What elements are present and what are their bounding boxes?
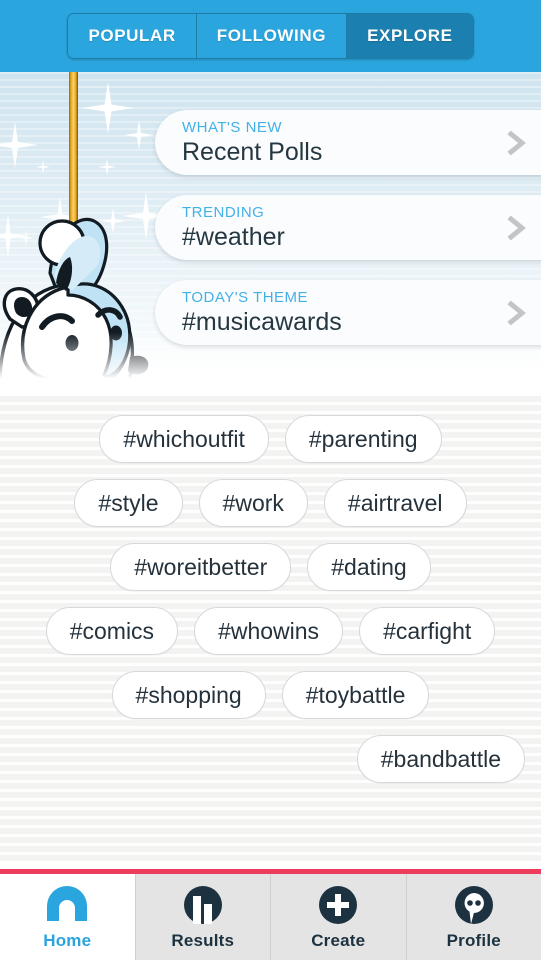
card-trending[interactable]: TRENDING #weather [155, 195, 541, 260]
sparkle-icon [124, 120, 154, 150]
polar-bear-mascot [0, 187, 172, 392]
hashtag-pill[interactable]: #whowins [194, 607, 344, 655]
hashtag-pill[interactable]: #whichoutfit [99, 415, 269, 463]
card-todays-theme[interactable]: TODAY'S THEME #musicawards [155, 280, 541, 345]
hashtag-list: #whichoutfit #parenting #style #work #ai… [0, 393, 541, 861]
card-label: TRENDING [182, 203, 265, 221]
hashtag-row: #shopping #toybattle [0, 671, 541, 719]
sparkle-icon [0, 122, 38, 168]
bar-chart-icon [180, 883, 226, 929]
chevron-right-icon [507, 215, 527, 240]
nav-label-profile: Profile [446, 931, 501, 950]
tab-explore-label: EXPLORE [367, 26, 453, 45]
hashtag-row: #woreitbetter #dating [0, 543, 541, 591]
sparkle-icon [36, 160, 50, 174]
segmented-control[interactable]: POPULAR FOLLOWING EXPLORE [67, 13, 474, 59]
hashtag-rows: #whichoutfit #parenting #style #work #ai… [0, 393, 541, 783]
home-arch-icon [44, 883, 90, 929]
hashtag-pill[interactable]: #shopping [111, 671, 266, 719]
top-header: POPULAR FOLLOWING EXPLORE [0, 0, 541, 72]
hashtag-pill[interactable]: #dating [307, 543, 431, 591]
nav-item-profile[interactable]: Profile [406, 874, 541, 960]
chevron-right-icon [507, 300, 527, 325]
tab-following-label: FOLLOWING [216, 26, 327, 45]
feature-cards: WHAT'S NEW Recent Polls TRENDING #weathe… [155, 110, 541, 365]
tab-popular-label: POPULAR [88, 26, 176, 45]
bottom-navigation: Home Results Create Profile [0, 874, 541, 960]
nav-label-home: Home [43, 931, 92, 950]
hashtag-row: #bandbattle [0, 735, 541, 783]
tab-following[interactable]: FOLLOWING [196, 14, 348, 58]
tab-explore[interactable]: EXPLORE [347, 14, 473, 58]
hashtag-pill[interactable]: #parenting [284, 415, 442, 463]
hashtag-pill[interactable]: #woreitbetter [110, 543, 292, 591]
card-label: TODAY'S THEME [182, 288, 309, 306]
app-screen: POPULAR FOLLOWING EXPLORE WHAT'S NEW Rec… [0, 0, 541, 960]
plus-circle-icon [315, 883, 361, 929]
nav-item-create[interactable]: Create [271, 874, 407, 960]
hashtag-row: #comics #whowins #carfight [0, 607, 541, 655]
hashtag-row: #whichoutfit #parenting [0, 415, 541, 463]
nav-item-results[interactable]: Results [135, 874, 271, 960]
hashtag-pill[interactable]: #bandbattle [356, 735, 525, 783]
hero-banner: WHAT'S NEW Recent Polls TRENDING #weathe… [0, 72, 541, 392]
card-label: WHAT'S NEW [182, 118, 283, 136]
card-title: Recent Polls [182, 137, 323, 166]
card-title: #musicawards [182, 307, 342, 336]
hashtag-pill[interactable]: #style [74, 479, 183, 527]
tab-popular[interactable]: POPULAR [68, 14, 197, 58]
card-whats-new[interactable]: WHAT'S NEW Recent Polls [155, 110, 541, 175]
hashtag-pill[interactable]: #carfight [359, 607, 496, 655]
sparkle-icon [82, 82, 134, 134]
hashtag-pill[interactable]: #toybattle [281, 671, 430, 719]
chevron-right-icon [507, 130, 527, 155]
hashtag-row: #style #work #airtravel [0, 479, 541, 527]
hashtag-pill[interactable]: #work [198, 479, 308, 527]
sparkle-icon [98, 158, 116, 176]
card-title: #weather [182, 222, 285, 251]
hashtag-pill[interactable]: #airtravel [323, 479, 467, 527]
hashtag-pill[interactable]: #comics [45, 607, 179, 655]
nav-label-create: Create [311, 931, 366, 950]
nav-item-home[interactable]: Home [0, 874, 136, 960]
nav-label-results: Results [171, 931, 235, 950]
speech-bubble-icon [451, 883, 497, 929]
